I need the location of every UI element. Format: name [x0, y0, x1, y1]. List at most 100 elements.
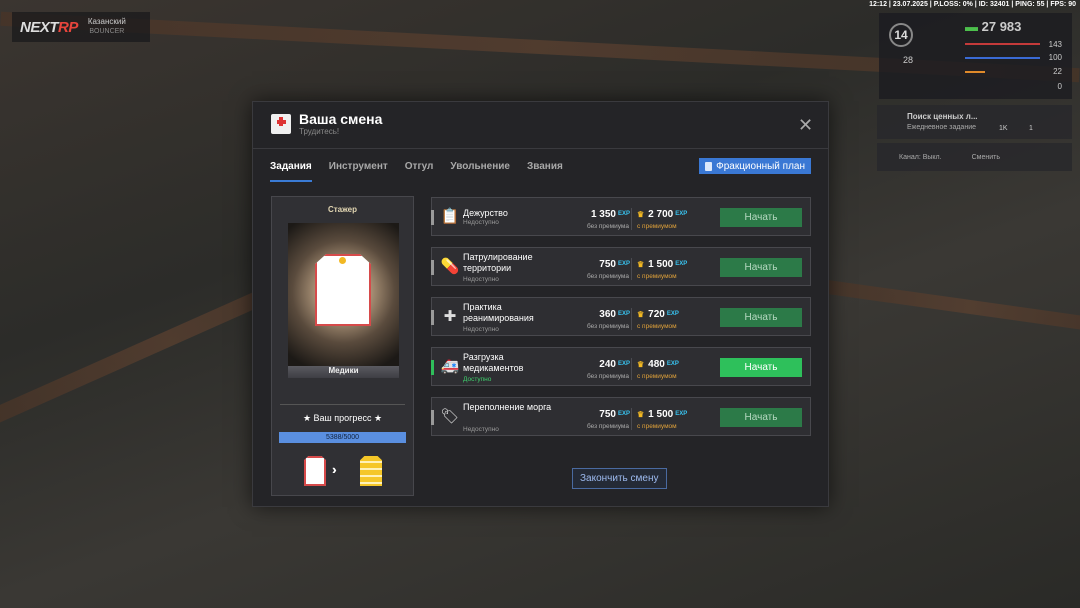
channel-label: Канал: Выкл. [899, 153, 942, 161]
task-status: Недоступно [463, 276, 499, 283]
pills-icon: 💊 [440, 258, 460, 275]
faction-plan-label: Фракционный план [716, 160, 805, 172]
no-premium-label: без премиума [586, 223, 629, 230]
premium-label: с премиумом [637, 273, 677, 280]
divider [631, 358, 632, 380]
wanted-value: 0 [1057, 82, 1062, 91]
progress-title: ★ Ваш прогресс ★ [302, 413, 383, 423]
exp-label: EXP [666, 311, 679, 317]
dialog-title: Ваша смена [299, 111, 383, 127]
resuscitation-icon: ✚ [443, 308, 457, 325]
exp-premium: ♛ 480 EXP [637, 359, 679, 370]
exp-label: EXP [617, 211, 630, 217]
crown-icon: ♛ [637, 210, 645, 219]
exp-label: EXP [675, 211, 688, 217]
finish-shift-button[interactable]: Закончить смену [572, 468, 667, 489]
divider [631, 258, 632, 280]
exp-no-premium: 360 EXP [599, 309, 630, 320]
exp-label: EXP [675, 411, 688, 417]
clipboard-icon: 📋 [440, 208, 460, 225]
no-premium-label: без премиума [586, 323, 629, 330]
tab-tasks[interactable]: Задания [270, 161, 312, 182]
server-name: Казанский BOUNCER [87, 17, 126, 35]
armor-value: 100 [1048, 53, 1062, 62]
availability-marker [431, 210, 434, 225]
availability-marker [431, 310, 434, 325]
divider [631, 408, 632, 430]
quest-subtitle: Ежедневное задание [907, 124, 976, 131]
faction-plan-button[interactable]: Фракционный план [699, 158, 811, 174]
premium-label: с премиумом [637, 323, 677, 330]
exp-label: EXP [617, 411, 630, 417]
availability-marker [431, 360, 434, 375]
double-chevron-icon: ›› [332, 462, 335, 477]
quest-count-2: 1 [1029, 125, 1033, 132]
foot-tag-icon: 🏷 [440, 408, 460, 425]
exp-label: EXP [666, 361, 679, 367]
server-logo: NEXTRP Казанский BOUNCER [12, 12, 150, 42]
hunger-bar [965, 71, 985, 73]
start-task-button[interactable]: Начать [720, 358, 802, 377]
crown-icon: ♛ [637, 410, 645, 419]
start-task-button[interactable]: Начать [720, 308, 802, 327]
tab-bar: Задания Инструмент Отгул Увольнение Зван… [270, 161, 563, 182]
ambulance-icon: 🚑 [440, 358, 460, 375]
crown-icon: ♛ [637, 360, 645, 369]
armor-bar [965, 57, 1040, 59]
channel-widget[interactable]: Канал: Выкл. Сменить [877, 143, 1072, 171]
task-name: Патрулирование территории [463, 252, 533, 273]
tab-ranks[interactable]: Звания [527, 161, 563, 182]
availability-marker [431, 410, 434, 425]
task-row: 💊 Патрулирование территории Недоступно 7… [431, 247, 811, 286]
start-task-button[interactable]: Начать [720, 258, 802, 277]
crown-icon: ♛ [637, 310, 645, 319]
start-task-button[interactable]: Начать [720, 408, 802, 427]
start-task-button[interactable]: Начать [720, 208, 802, 227]
exp-no-premium: 1 350 EXP [590, 209, 630, 220]
divider [631, 308, 632, 330]
exp-premium: ♛ 2 700 EXP [637, 209, 688, 220]
task-name: Переполнение морга [463, 402, 552, 412]
faction-label: Медики [288, 366, 399, 378]
task-row: 🚑 Разгрузка медикаментов Доступно 240 EXP… [431, 347, 811, 386]
exp-label: EXP [675, 261, 688, 267]
task-status: Недоступно [463, 426, 499, 433]
task-list: 📋 Дежурство Недоступно 1 350 EXP без прем… [431, 197, 811, 447]
task-status: Недоступно [463, 219, 499, 226]
player-stats-panel: 14 ▬ 27 983 28 143 100 22 0 [879, 13, 1072, 99]
exp-no-premium: 750 EXP [599, 259, 630, 270]
rank-card [288, 223, 399, 366]
exp-no-premium: 750 EXP [599, 409, 630, 420]
premium-label: с премиумом [637, 423, 677, 430]
task-row: 🏷 Переполнение морга Недоступно 750 EXP б… [431, 397, 811, 436]
dialog-header: Ваша смена Трудитесь! [271, 112, 382, 136]
daily-quest-widget[interactable]: Поиск ценных л... Ежедневное задание 1K … [877, 105, 1072, 139]
exp-premium: ♛ 1 500 EXP [637, 259, 688, 270]
task-name: Дежурство [463, 208, 508, 218]
exp-label: EXP [617, 361, 630, 367]
money-value: ▬ 27 983 [965, 19, 1022, 34]
exp-no-premium: 240 EXP [599, 359, 630, 370]
current-rank-badge-icon [304, 456, 326, 486]
task-row: 📋 Дежурство Недоступно 1 350 EXP без прем… [431, 197, 811, 236]
no-premium-label: без премиума [586, 273, 629, 280]
hunger-value: 22 [1053, 67, 1062, 76]
premium-label: с премиумом [637, 223, 677, 230]
task-status: Доступно [463, 376, 492, 383]
progress-bar: 5388/5000 [279, 432, 406, 443]
close-icon[interactable]: ✕ [798, 116, 813, 134]
brand-logo: NEXTRP [20, 18, 78, 36]
channel-change[interactable]: Сменить [972, 154, 1000, 161]
rank-panel: Стажер Медики ★ Ваш прогресс ★ 5388/5000… [271, 196, 414, 496]
exp-label: EXP [617, 261, 630, 267]
level-badge: 14 [889, 23, 913, 47]
tab-day-off[interactable]: Отгул [405, 161, 434, 182]
task-name: Разгрузка медикаментов [463, 352, 524, 373]
badge-hole [339, 257, 346, 264]
tab-resign[interactable]: Увольнение [450, 161, 510, 182]
tab-tool[interactable]: Инструмент [329, 161, 388, 182]
exp-label: EXP [617, 311, 630, 317]
shift-dialog: Ваша смена Трудитесь! ✕ Задания Инструме… [252, 101, 829, 507]
task-name: Практика реанимирования [463, 302, 534, 323]
rank-title: Стажер [327, 205, 358, 214]
